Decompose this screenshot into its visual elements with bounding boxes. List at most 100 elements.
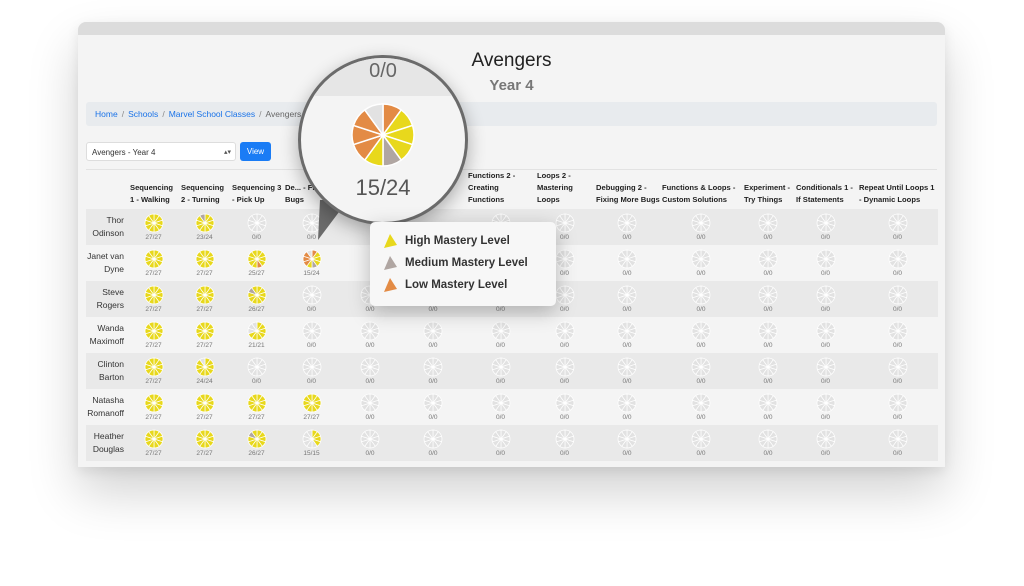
mastery-cell[interactable]: 0/0 <box>794 425 857 461</box>
mastery-cell[interactable]: 27/27 <box>128 209 179 245</box>
mastery-cell[interactable]: 0/0 <box>794 389 857 425</box>
mastery-score: 0/0 <box>696 378 706 385</box>
mastery-score: 0/0 <box>428 378 438 385</box>
mastery-cell[interactable]: 0/0 <box>857 209 938 245</box>
mastery-cell[interactable]: 0/0 <box>594 281 660 317</box>
mastery-cell[interactable]: 0/0 <box>594 317 660 353</box>
mastery-cell[interactable]: 0/0 <box>400 353 466 389</box>
mastery-score: 0/0 <box>763 234 773 241</box>
mastery-cell[interactable]: 0/0 <box>340 353 400 389</box>
mastery-cell[interactable]: 0/0 <box>594 389 660 425</box>
mastery-cell[interactable]: 0/0 <box>340 389 400 425</box>
mastery-cell[interactable]: 0/0 <box>857 353 938 389</box>
mastery-cell[interactable]: 0/0 <box>535 425 594 461</box>
mastery-cell[interactable]: 24/24 <box>179 353 230 389</box>
mastery-cell[interactable]: 0/0 <box>340 425 400 461</box>
mastery-cell[interactable]: 0/0 <box>742 317 794 353</box>
mastery-cell[interactable]: 0/0 <box>742 389 794 425</box>
mastery-cell[interactable]: 0/0 <box>466 389 535 425</box>
mastery-cell[interactable]: 15/24 <box>283 245 340 281</box>
mastery-cell[interactable]: 21/21 <box>230 317 283 353</box>
mastery-cell[interactable]: 0/0 <box>742 353 794 389</box>
mastery-cell[interactable]: 27/27 <box>179 425 230 461</box>
mastery-pie <box>555 393 574 413</box>
mastery-cell[interactable]: 0/0 <box>857 317 938 353</box>
mastery-cell[interactable]: 0/0 <box>742 245 794 281</box>
mastery-cell[interactable]: 27/27 <box>128 245 179 281</box>
mastery-score: 25/27 <box>248 270 265 277</box>
student-name[interactable]: Wanda Maximoff <box>86 317 128 353</box>
breadcrumb-home[interactable]: Home <box>95 109 118 119</box>
breadcrumb-classes[interactable]: Marvel School Classes <box>169 109 255 119</box>
mastery-cell[interactable]: 27/27 <box>128 353 179 389</box>
mastery-cell[interactable]: 27/27 <box>179 245 230 281</box>
class-select[interactable]: Avengers - Year 4 ▴▾ <box>86 142 236 161</box>
mastery-cell[interactable]: 0/0 <box>400 389 466 425</box>
mastery-cell[interactable]: 27/27 <box>283 389 340 425</box>
mastery-cell[interactable]: 0/0 <box>660 245 742 281</box>
mastery-cell[interactable]: 0/0 <box>794 209 857 245</box>
mastery-cell[interactable]: 0/0 <box>594 425 660 461</box>
mastery-cell[interactable]: 0/0 <box>400 425 466 461</box>
mastery-cell[interactable]: 0/0 <box>857 389 938 425</box>
mastery-cell[interactable]: 0/0 <box>742 425 794 461</box>
mastery-cell[interactable]: 27/27 <box>128 425 179 461</box>
mastery-cell[interactable]: 27/27 <box>179 389 230 425</box>
student-name[interactable]: Clinton Barton <box>86 353 128 389</box>
mastery-score: 26/27 <box>248 450 265 457</box>
mastery-cell[interactable]: 0/0 <box>660 317 742 353</box>
mastery-cell[interactable]: 0/0 <box>230 353 283 389</box>
mastery-cell[interactable]: 0/0 <box>794 317 857 353</box>
student-name[interactable]: Janet van Dyne <box>86 245 128 281</box>
mastery-cell[interactable]: 0/0 <box>857 281 938 317</box>
mastery-cell[interactable]: 26/27 <box>230 425 283 461</box>
mastery-cell[interactable]: 0/0 <box>660 425 742 461</box>
mastery-cell[interactable]: 0/0 <box>466 425 535 461</box>
mastery-cell[interactable]: 0/0 <box>283 317 340 353</box>
mastery-cell[interactable]: 26/27 <box>230 281 283 317</box>
mastery-cell[interactable]: 0/0 <box>794 353 857 389</box>
student-name[interactable]: Heather Douglas <box>86 425 128 461</box>
mastery-cell[interactable]: 0/0 <box>594 353 660 389</box>
mastery-cell[interactable]: 25/27 <box>230 245 283 281</box>
mastery-cell[interactable]: 27/27 <box>128 281 179 317</box>
mastery-score: 0/0 <box>820 306 831 313</box>
mastery-cell[interactable]: 23/24 <box>179 209 230 245</box>
view-button[interactable]: View <box>240 142 271 161</box>
mastery-cell[interactable]: 27/27 <box>179 317 230 353</box>
mastery-cell[interactable]: 0/0 <box>466 317 535 353</box>
mastery-cell[interactable]: 27/27 <box>128 389 179 425</box>
mastery-cell[interactable]: 0/0 <box>594 209 660 245</box>
mastery-pie <box>247 357 266 377</box>
mastery-cell[interactable]: 0/0 <box>535 389 594 425</box>
mastery-cell[interactable]: 27/27 <box>230 389 283 425</box>
student-name[interactable]: Thor Odinson <box>86 209 128 245</box>
mastery-cell[interactable]: 0/0 <box>857 425 938 461</box>
mastery-cell[interactable]: 0/0 <box>742 281 794 317</box>
mastery-cell[interactable]: 0/0 <box>660 389 742 425</box>
mastery-cell[interactable]: 0/0 <box>400 317 466 353</box>
mastery-cell[interactable]: 0/0 <box>340 317 400 353</box>
breadcrumb-schools[interactable]: Schools <box>128 109 158 119</box>
mastery-cell[interactable]: 0/0 <box>794 245 857 281</box>
mastery-cell[interactable]: 0/0 <box>283 353 340 389</box>
mastery-cell[interactable]: 27/27 <box>179 281 230 317</box>
mastery-cell[interactable]: 0/0 <box>660 281 742 317</box>
student-name[interactable]: Steve Rogers <box>86 281 128 317</box>
mastery-cell[interactable]: 0/0 <box>660 209 742 245</box>
mastery-score: 0/0 <box>365 306 375 313</box>
mastery-cell[interactable]: 0/0 <box>794 281 857 317</box>
mastery-cell[interactable]: 0/0 <box>535 317 594 353</box>
mastery-cell[interactable]: 0/0 <box>594 245 660 281</box>
mastery-cell[interactable]: 15/15 <box>283 425 340 461</box>
student-name[interactable]: Natasha Romanoff <box>86 389 128 425</box>
mastery-cell[interactable]: 0/0 <box>857 245 938 281</box>
mastery-cell[interactable]: 0/0 <box>466 353 535 389</box>
mastery-cell[interactable]: 0/0 <box>742 209 794 245</box>
mastery-cell[interactable]: 0/0 <box>535 353 594 389</box>
mastery-cell[interactable]: 0/0 <box>283 281 340 317</box>
mastery-cell[interactable]: 0/0 <box>230 209 283 245</box>
mastery-cell[interactable]: 0/0 <box>660 353 742 389</box>
mastery-cell[interactable]: 27/27 <box>128 317 179 353</box>
mastery-pie <box>691 357 711 377</box>
